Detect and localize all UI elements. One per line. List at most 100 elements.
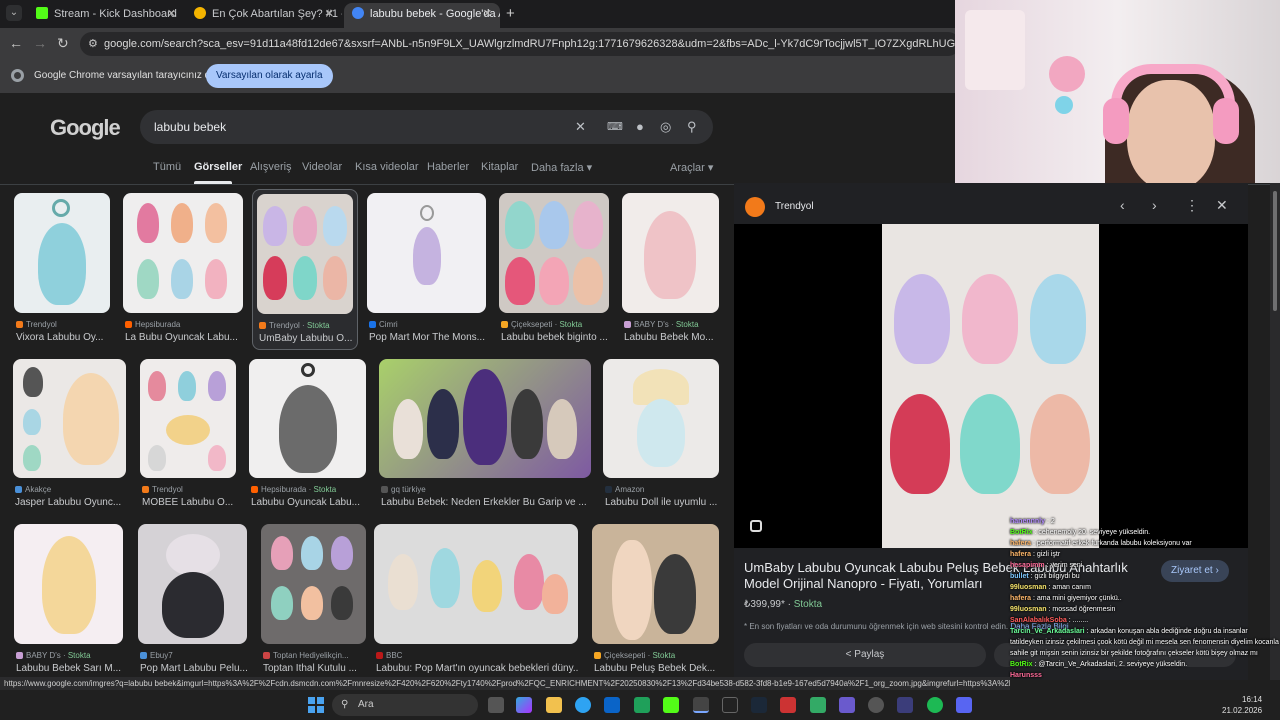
- chrome-taskbar-icon[interactable]: [693, 697, 709, 713]
- app-icon[interactable]: [897, 697, 913, 713]
- nav-shopping[interactable]: Alışveriş: [250, 161, 292, 173]
- edge-icon[interactable]: [575, 697, 591, 713]
- lens-search-icon[interactable]: [750, 520, 762, 532]
- nav-short-videos[interactable]: Kısa videolar: [355, 161, 419, 173]
- default-browser-infobar: Google Chrome varsayılan tarayıcınız değ…: [0, 60, 960, 93]
- result-thumbnail[interactable]: [14, 524, 123, 644]
- scrollbar-thumb[interactable]: [1273, 191, 1277, 311]
- nav-news[interactable]: Haberler: [427, 161, 469, 173]
- tab-video[interactable]: En Çok Abartılan Şey? #1 - Tie ✕: [186, 3, 342, 28]
- clear-icon[interactable]: ✕: [575, 119, 586, 135]
- tab-search-icon[interactable]: ⌄: [6, 5, 22, 21]
- file-explorer-icon[interactable]: [546, 697, 562, 713]
- result-thumbnail[interactable]: [123, 193, 243, 313]
- result-caption[interactable]: Labubu bebek biginto ...: [501, 332, 609, 343]
- steam-icon[interactable]: [751, 697, 767, 713]
- task-view-icon[interactable]: [488, 697, 504, 713]
- result-thumbnail[interactable]: [374, 524, 578, 644]
- set-default-button[interactable]: Varsayılan olarak ayarla: [206, 64, 333, 88]
- result-thumbnail[interactable]: [379, 359, 591, 478]
- result-thumbnail[interactable]: [138, 524, 247, 644]
- close-tab-icon[interactable]: ✕: [483, 3, 492, 25]
- whatsapp-icon[interactable]: [634, 697, 650, 713]
- app-icon[interactable]: [810, 697, 826, 713]
- result-thumbnail[interactable]: [249, 359, 366, 478]
- result-caption[interactable]: Labubu Peluş Bebek Dek...: [594, 663, 719, 674]
- result-caption[interactable]: Labubu Bebek: Neden Erkekler Bu Garip ve…: [381, 497, 591, 508]
- result-caption[interactable]: La Bubu Oyuncak Labu...: [125, 332, 243, 343]
- result-caption[interactable]: Toptan İthal Kutulu ...: [263, 663, 366, 674]
- app-icon[interactable]: [780, 697, 796, 713]
- result-caption[interactable]: Vixora Labubu Oy...: [16, 332, 110, 343]
- result-caption[interactable]: Labubu Doll ile uyumlu ...: [605, 497, 719, 508]
- outlook-icon[interactable]: [604, 697, 620, 713]
- close-tab-icon[interactable]: ✕: [167, 3, 176, 25]
- result-caption[interactable]: Labubu Bebek Sarı M...: [16, 663, 123, 674]
- search-icon[interactable]: ⚲: [687, 119, 697, 135]
- chat-user: 99luosman: [1010, 584, 1047, 591]
- kick-icon[interactable]: [663, 697, 679, 713]
- next-icon[interactable]: ›: [1152, 197, 1157, 213]
- result-thumbnail[interactable]: [257, 194, 353, 314]
- google-logo[interactable]: Google: [50, 115, 121, 141]
- result-caption[interactable]: MOBEE Labubu O...: [142, 497, 236, 508]
- start-button-icon[interactable]: [308, 697, 324, 713]
- result-caption[interactable]: Pop Mart Labubu Pelu...: [140, 663, 247, 674]
- result-caption[interactable]: Pop Mart Mor The Mons...: [369, 332, 486, 343]
- chat-text: aman canım: [1052, 584, 1091, 591]
- result-thumbnail[interactable]: [603, 359, 719, 478]
- result-caption[interactable]: Jasper Labubu Oyunc...: [15, 497, 126, 508]
- new-tab-icon[interactable]: +: [506, 5, 515, 22]
- epic-games-icon[interactable]: [722, 697, 738, 713]
- nav-tools[interactable]: Araçlar ▾: [670, 161, 713, 174]
- tab-google-search[interactable]: labubu bebek - Google'da Ara ✕: [344, 3, 500, 28]
- result-thumbnail[interactable]: [13, 359, 126, 478]
- result-caption[interactable]: Labubu: Pop Mart'ın oyuncak bebekleri dü…: [376, 663, 578, 674]
- copilot-icon[interactable]: [516, 697, 532, 713]
- stock-badge: Stokta: [559, 320, 583, 329]
- preview-image[interactable]: [882, 224, 1099, 548]
- app-icon[interactable]: [839, 697, 855, 713]
- result-thumbnail[interactable]: [367, 193, 486, 313]
- address-bar[interactable]: ⚙ google.com/search?sca_esv=91d11a48fd12…: [80, 32, 960, 56]
- result-thumbnail[interactable]: [140, 359, 236, 478]
- previous-icon[interactable]: ‹: [1120, 197, 1125, 213]
- result-thumbnail[interactable]: [499, 193, 609, 313]
- nav-videos[interactable]: Videolar: [302, 161, 342, 173]
- search-box[interactable]: labubu bebek ✕ ⌨ ● ◎ ⚲: [140, 110, 713, 144]
- app-icon[interactable]: [868, 697, 884, 713]
- nav-images[interactable]: Görseller: [194, 161, 242, 173]
- nav-books[interactable]: Kitaplar: [481, 161, 518, 173]
- result-thumbnail[interactable]: [14, 193, 110, 313]
- keyboard-icon[interactable]: ⌨: [607, 120, 623, 133]
- forward-icon[interactable]: →: [33, 35, 47, 51]
- search-query[interactable]: labubu bebek: [154, 120, 226, 134]
- stock-badge: Stokta: [675, 320, 699, 329]
- site-info-icon[interactable]: ⚙: [88, 32, 98, 56]
- nav-more[interactable]: Daha fazla ▾: [531, 161, 592, 174]
- reload-icon[interactable]: ↻: [57, 35, 69, 52]
- result-caption[interactable]: UmBaby Labubu O...: [259, 333, 355, 344]
- share-button[interactable]: < Paylaş: [744, 643, 986, 667]
- discord-icon[interactable]: [956, 697, 972, 713]
- preview-site-name[interactable]: Trendyol: [775, 201, 814, 212]
- link-status-bubble: https://www.google.com/imgres?q=labubu b…: [0, 677, 1010, 690]
- image-result-selected[interactable]: Trendyol · Stokta UmBaby Labubu O...: [252, 189, 358, 350]
- close-tab-icon[interactable]: ✕: [325, 3, 334, 25]
- camera-lens-icon[interactable]: ◎: [660, 119, 671, 135]
- result-thumbnail[interactable]: [622, 193, 719, 313]
- result-caption[interactable]: Labubu Oyuncak Labu...: [251, 497, 366, 508]
- result-thumbnail[interactable]: [592, 524, 719, 644]
- nav-all[interactable]: Tümü: [153, 161, 181, 173]
- spotify-icon[interactable]: [927, 697, 943, 713]
- result-thumbnail[interactable]: [261, 524, 366, 644]
- more-options-icon[interactable]: ⋮: [1185, 197, 1199, 214]
- result-caption[interactable]: Labubu Bebek Mo...: [624, 332, 719, 343]
- taskbar-search[interactable]: ⚲ Ara: [332, 694, 478, 716]
- chrome-icon: [11, 69, 24, 82]
- tab-kick-dashboard[interactable]: Stream - Kick Dashboard ✕: [28, 3, 184, 28]
- close-icon[interactable]: ✕: [1216, 197, 1228, 214]
- back-icon[interactable]: ←: [9, 35, 23, 51]
- microphone-icon[interactable]: ●: [636, 119, 644, 134]
- system-clock[interactable]: 16:14 21.02.2026: [1222, 694, 1262, 716]
